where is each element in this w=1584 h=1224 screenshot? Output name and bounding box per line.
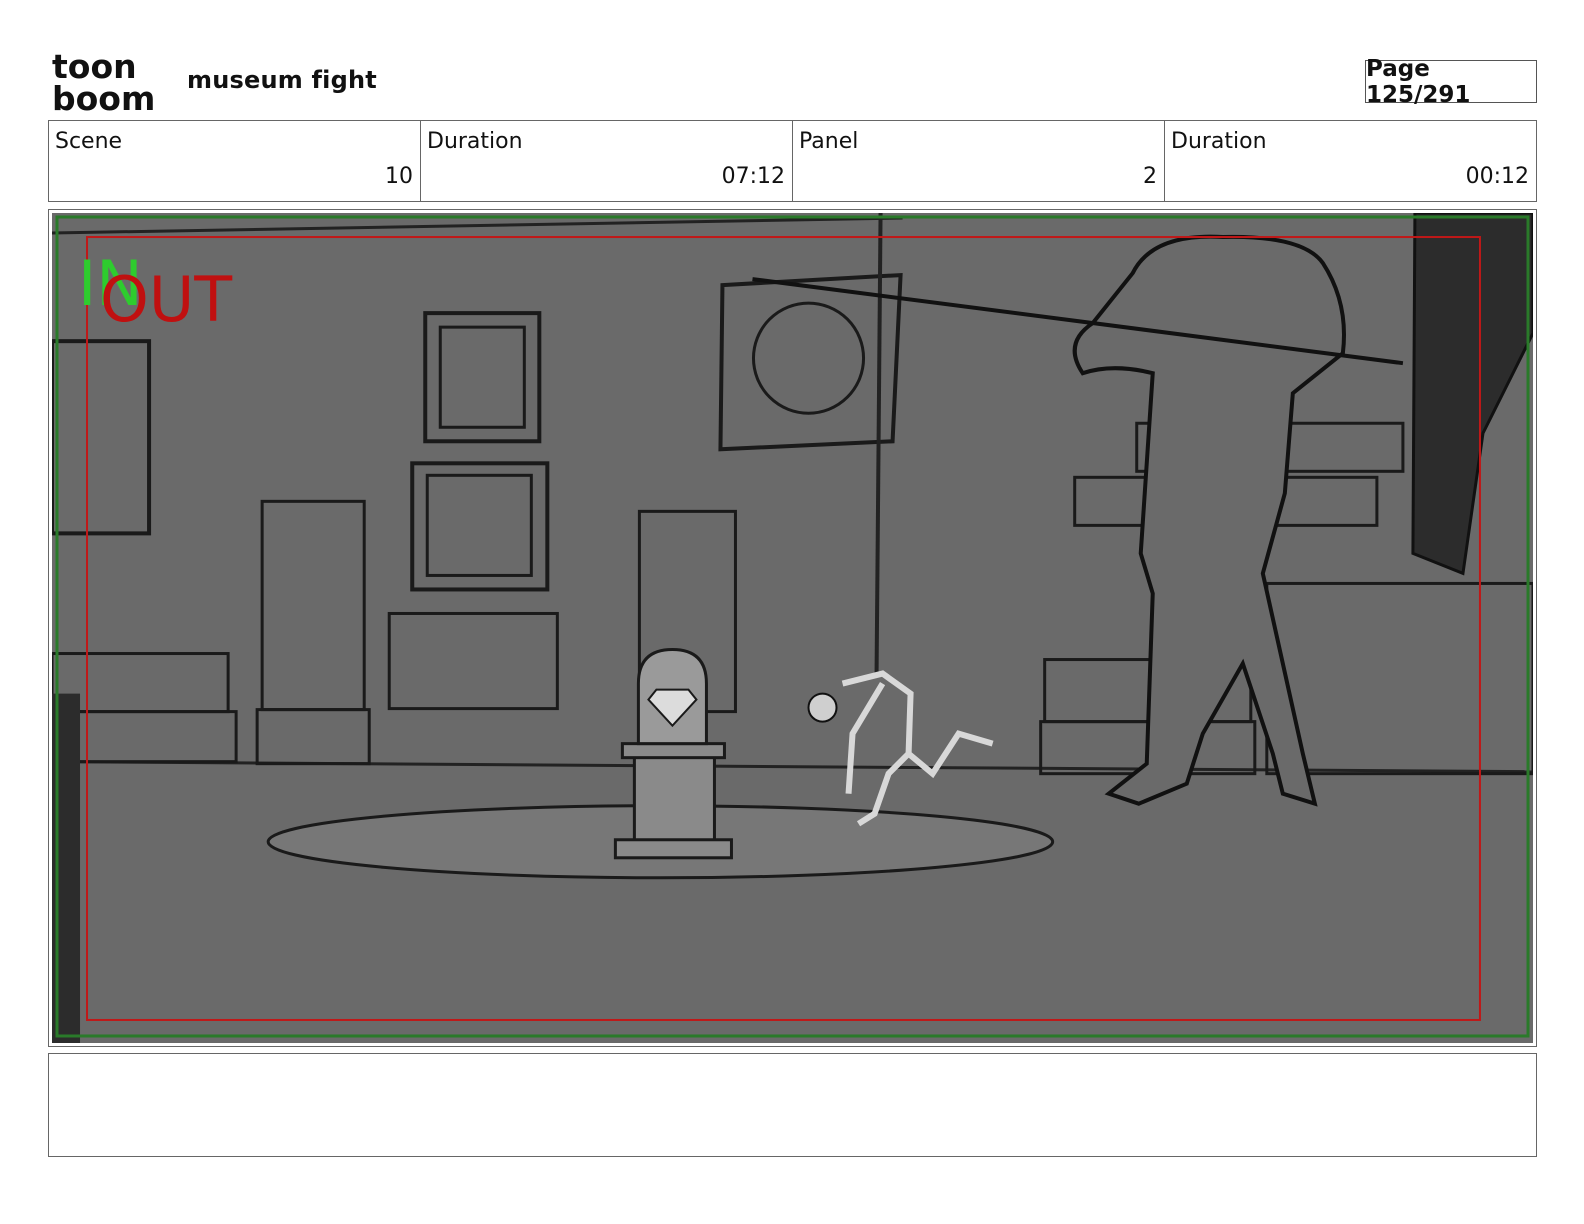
pedestal-top [620, 742, 726, 760]
panel-cell: Panel 2 [793, 121, 1165, 201]
panel-duration-cell: Duration 00:12 [1165, 121, 1536, 201]
scene-duration-value: 07:12 [721, 164, 785, 189]
storyboard-panel: IN OUT [48, 209, 1537, 1047]
info-row: Scene 10 Duration 07:12 Panel 2 Duration… [48, 120, 1537, 202]
scene-cell: Scene 10 [49, 121, 421, 201]
scene-label: Scene [55, 129, 123, 154]
scene-duration-cell: Duration 07:12 [421, 121, 793, 201]
scene-value: 10 [385, 164, 413, 189]
page-indicator: Page 125/291 [1365, 56, 1537, 108]
pedestal [632, 752, 716, 846]
panel-label: Panel [799, 129, 859, 154]
panel-notes [48, 1053, 1537, 1157]
pedestal-base [613, 838, 733, 860]
panel-drawing: IN OUT [52, 213, 1533, 1043]
panel-duration-value: 00:12 [1465, 164, 1529, 189]
project-title: museum fight [187, 66, 377, 94]
thief-head [807, 692, 838, 723]
out-marker: OUT [100, 263, 233, 336]
toonboom-logo: toon boom [52, 50, 155, 112]
panel-value: 2 [1143, 164, 1157, 189]
scene-duration-label: Duration [427, 129, 523, 154]
logo-line-bottom: boom [52, 79, 155, 112]
panel-duration-label: Duration [1171, 129, 1267, 154]
